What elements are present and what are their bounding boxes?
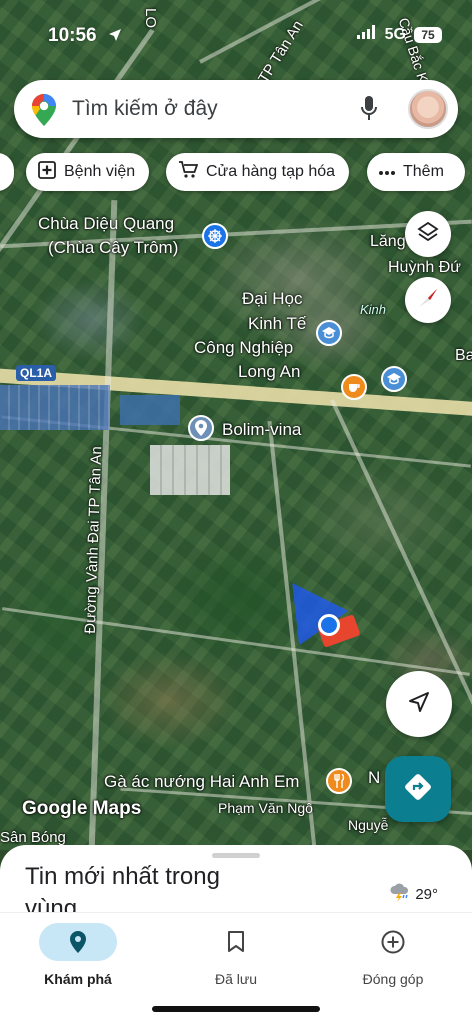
thunderstorm-icon — [389, 882, 411, 906]
cafe-icon[interactable] — [341, 374, 367, 400]
more-icon — [379, 163, 395, 181]
factory-roofs — [150, 445, 230, 495]
microphone-icon[interactable] — [360, 95, 378, 128]
nav-explore-label: Khám phá — [44, 971, 112, 987]
kinh-label: Kinh — [360, 302, 387, 317]
signal-icon — [356, 25, 377, 44]
compass-button[interactable] — [405, 277, 451, 323]
nav-explore[interactable]: Khám phá — [18, 923, 138, 987]
university-label-2: Kinh Tế — [248, 314, 307, 333]
highway-shield: QL1A — [16, 365, 57, 381]
street-label: Phạm Văn Ngô — [218, 800, 313, 816]
nav-saved[interactable]: Đã lưu — [176, 923, 296, 987]
google-maps-attribution: Google Maps — [22, 798, 142, 819]
layers-icon — [417, 221, 439, 248]
add-circle-icon — [333, 923, 453, 961]
my-location-button[interactable] — [386, 671, 452, 737]
battery-indicator: 75 — [414, 26, 442, 43]
explore-pin-icon — [39, 923, 117, 961]
chip-more-label: Thêm — [403, 163, 444, 180]
network-type: 5G — [384, 25, 406, 43]
chip-more[interactable]: Thêm — [367, 153, 465, 191]
status-bar: 10:56 5G 75 — [0, 0, 472, 70]
company-pin-icon[interactable] — [188, 415, 214, 441]
navigation-arrow-icon — [408, 691, 430, 718]
company-label: Bolim-vina — [222, 420, 302, 439]
google-maps-logo-icon — [32, 94, 56, 131]
chip-grocery-label: Cửa hàng tạp hóa — [206, 163, 336, 180]
chip-hospital-label: Bệnh viện — [64, 163, 136, 180]
weather-temperature: 29° — [415, 885, 438, 903]
hospital-icon — [38, 160, 56, 184]
nav-contribute[interactable]: Đóng góp — [333, 923, 453, 987]
bookmark-icon — [176, 923, 296, 961]
pagoda-label-1: Chùa Diệu Quang — [38, 214, 175, 233]
sheet-drag-handle[interactable] — [212, 853, 260, 858]
huynh-label: Huỳnh Đứ — [388, 259, 461, 276]
directions-icon — [403, 772, 433, 807]
lang-label: Lăng — [370, 233, 406, 250]
layers-button[interactable] — [405, 211, 451, 257]
chip-hospital[interactable]: Bệnh viện — [26, 153, 150, 191]
location-arrow-icon — [108, 28, 122, 47]
restaurant-icon[interactable] — [326, 768, 352, 794]
compass-icon — [415, 285, 441, 316]
clock: 10:56 — [48, 25, 97, 46]
restaurant-label: Gà ác nướng Hai Anh Em — [104, 772, 300, 791]
search-placeholder[interactable]: Tìm kiếm ở đây — [72, 97, 218, 121]
ba-label: Ba — [455, 347, 472, 364]
right-n-label: N — [368, 768, 381, 787]
blue-roofs-2 — [120, 395, 180, 425]
nguyen-label: Nguyễ — [348, 817, 389, 833]
cart-icon — [178, 160, 199, 184]
school-icon[interactable] — [381, 366, 407, 392]
road-cross-3 — [2, 607, 470, 676]
university-icon[interactable] — [316, 320, 342, 346]
search-bar[interactable]: Tìm kiếm ở đây — [14, 80, 458, 138]
university-label-4: Long An — [238, 362, 301, 381]
pagoda-label-2: (Chùa Cây Trôm) — [48, 238, 179, 257]
profile-avatar[interactable] — [408, 89, 448, 129]
weather-widget[interactable]: 29° — [389, 882, 438, 906]
chip-grocery[interactable]: Cửa hàng tạp hóa — [166, 153, 350, 191]
directions-button[interactable] — [385, 756, 451, 822]
university-label-1: Đại Học — [242, 289, 303, 308]
university-label-3: Công Nghiệp — [194, 338, 294, 357]
pagoda-icon[interactable] — [202, 223, 228, 249]
nav-contribute-label: Đóng góp — [362, 971, 424, 987]
home-indicator[interactable] — [152, 1006, 320, 1012]
current-location-dot — [318, 614, 340, 636]
nav-saved-label: Đã lưu — [214, 971, 258, 987]
